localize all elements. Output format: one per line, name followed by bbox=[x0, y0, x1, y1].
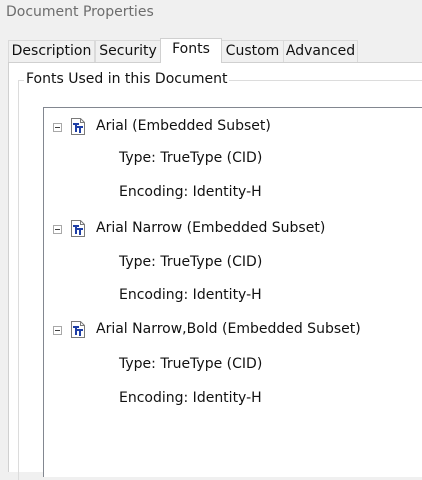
tree-node-font[interactable]: Arial (Embedded Subset) bbox=[44, 118, 422, 138]
truetype-font-icon bbox=[71, 321, 85, 338]
fonts-group-legend: Fonts Used in this Document bbox=[24, 71, 230, 87]
tab-description[interactable]: Description bbox=[8, 40, 95, 62]
collapse-icon[interactable] bbox=[53, 326, 62, 335]
fonts-tree[interactable]: Arial (Embedded Subset) Type: TrueType (… bbox=[43, 107, 422, 477]
font-name: Arial Narrow,Bold (Embedded Subset) bbox=[96, 321, 361, 337]
font-encoding: Encoding: Identity-H bbox=[119, 390, 262, 406]
tab-security[interactable]: Security bbox=[95, 40, 161, 62]
truetype-font-icon bbox=[71, 118, 85, 135]
font-type: Type: TrueType (CID) bbox=[119, 356, 263, 372]
collapse-icon[interactable] bbox=[53, 123, 62, 132]
font-name: Arial Narrow (Embedded Subset) bbox=[96, 220, 326, 236]
font-encoding: Encoding: Identity-H bbox=[119, 287, 262, 303]
tab-custom[interactable]: Custom bbox=[221, 40, 284, 62]
collapse-icon[interactable] bbox=[53, 225, 62, 234]
font-type: Type: TrueType (CID) bbox=[119, 254, 263, 270]
font-type: Type: TrueType (CID) bbox=[119, 150, 263, 166]
tree-node-font[interactable]: Arial Narrow,Bold (Embedded Subset) bbox=[44, 321, 422, 341]
tab-fonts[interactable]: Fonts bbox=[160, 38, 222, 63]
font-name: Arial (Embedded Subset) bbox=[96, 118, 271, 134]
dialog-title: Document Properties bbox=[6, 4, 154, 20]
font-encoding: Encoding: Identity-H bbox=[119, 184, 262, 200]
truetype-font-icon bbox=[71, 220, 85, 237]
tree-node-font[interactable]: Arial Narrow (Embedded Subset) bbox=[44, 220, 422, 240]
tab-advanced[interactable]: Advanced bbox=[283, 40, 358, 62]
